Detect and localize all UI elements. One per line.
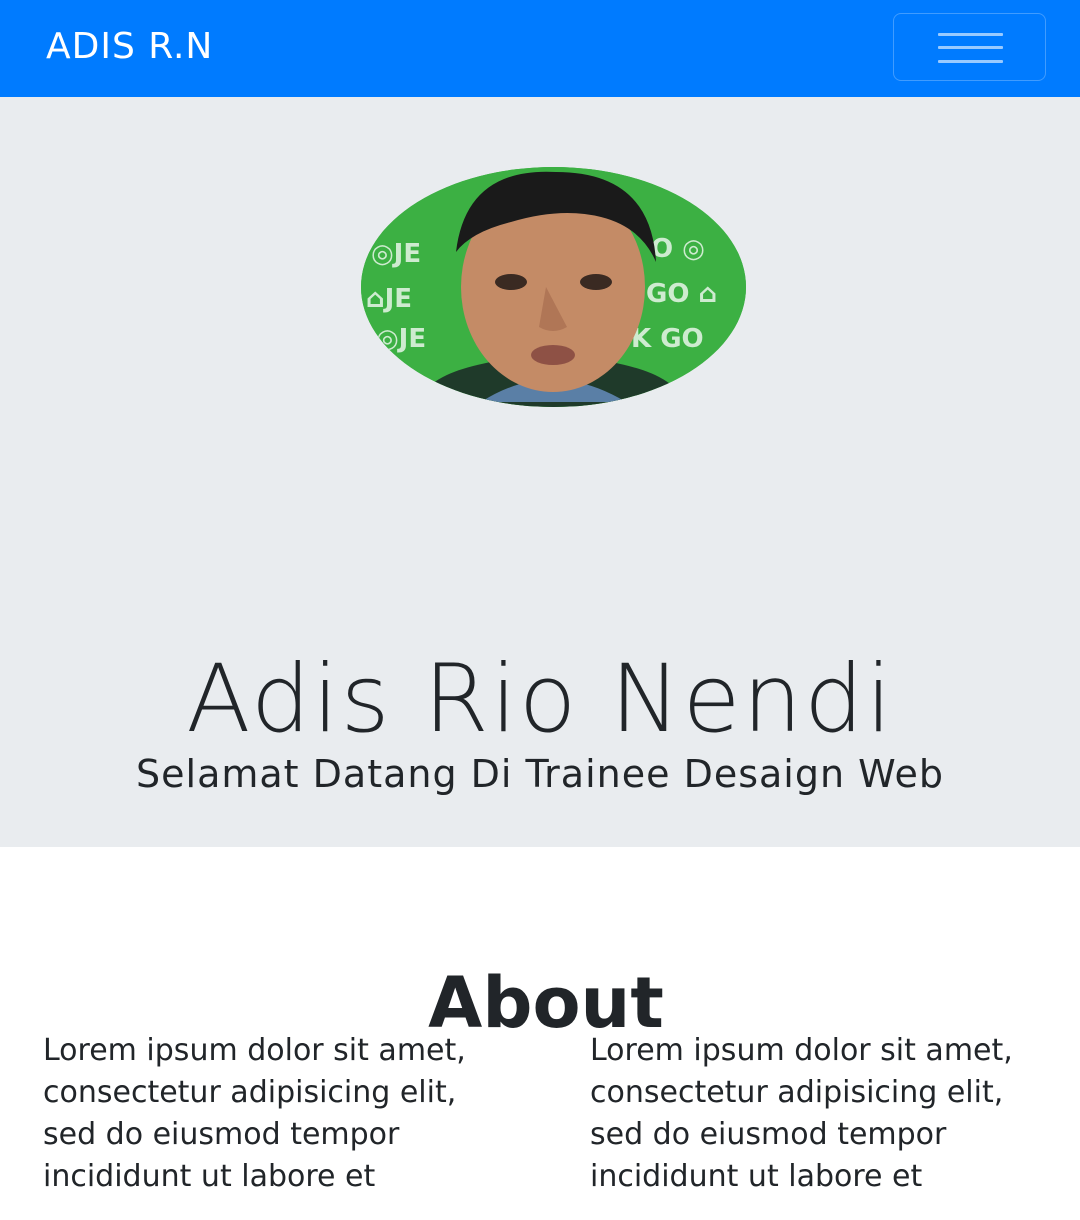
profile-avatar: ◎JE ⌂JE ◎JE O ◎ GO ⌂ K GO [361, 167, 746, 407]
about-column-right: Lorem ipsum dolor sit amet, consectetur … [590, 1033, 1013, 1194]
about-column-left: Lorem ipsum dolor sit amet, consectetur … [43, 1033, 466, 1194]
svg-text:◎JE: ◎JE [371, 239, 421, 269]
profile-photo-image: ◎JE ⌂JE ◎JE O ◎ GO ⌂ K GO [361, 167, 746, 407]
hamburger-menu-icon [938, 33, 1003, 63]
hero-name: Adis Rio Nendi [186, 644, 894, 754]
navbar: ADIS R.N [0, 0, 1080, 97]
svg-text:◎JE: ◎JE [376, 324, 426, 354]
navbar-toggler-button[interactable] [893, 13, 1046, 81]
navbar-brand[interactable]: ADIS R.N [46, 24, 213, 70]
hero-subtitle: Selamat Datang Di Trainee Desaign Web [136, 752, 944, 796]
svg-text:⌂JE: ⌂JE [366, 284, 412, 314]
svg-text:O ◎: O ◎ [651, 234, 705, 264]
hero-section: ◎JE ⌂JE ◎JE O ◎ GO ⌂ K GO Adis Rio Nendi… [0, 97, 1080, 847]
svg-text:K GO: K GO [631, 324, 704, 354]
svg-text:GO ⌂: GO ⌂ [646, 279, 717, 309]
